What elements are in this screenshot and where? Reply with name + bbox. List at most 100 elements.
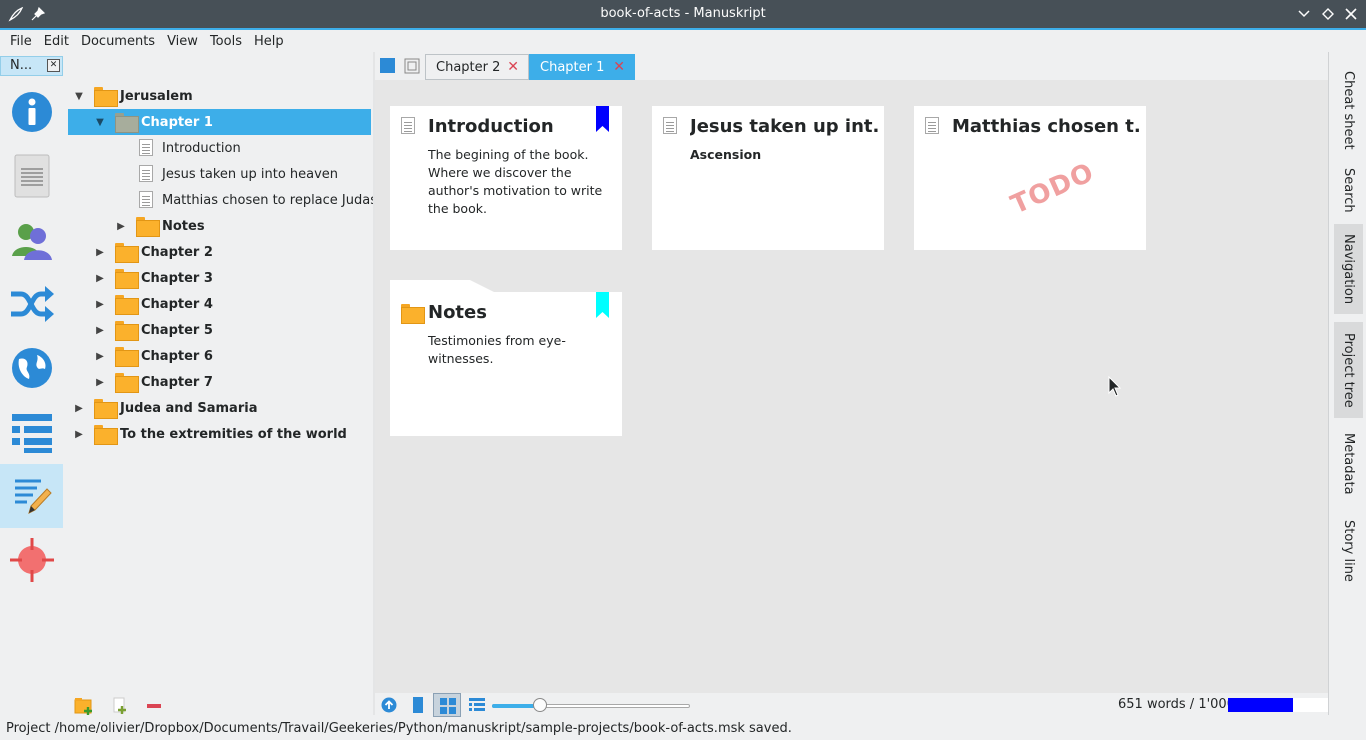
world-view-button[interactable] [0,336,63,400]
text-document-icon [139,139,153,156]
maximize-button[interactable] [1318,4,1338,24]
dock-tab-project-tree[interactable]: Project tree [1334,322,1363,418]
expand-arrow-icon[interactable]: ▶ [115,220,127,232]
dock-tab-story-line[interactable]: Story line [1334,508,1363,594]
menu-file[interactable]: File [4,34,38,49]
dock-tab-cheat-sheet[interactable]: Cheat sheet [1334,62,1363,158]
expand-arrow-icon[interactable]: ▶ [94,324,106,336]
add-text-button[interactable] [112,697,130,719]
characters-view-button[interactable] [0,208,63,272]
folder-icon [115,113,139,133]
minimize-button[interactable] [1294,4,1314,24]
expand-arrow-icon[interactable]: ▶ [94,376,106,388]
expand-arrow-icon[interactable]: ▶ [94,298,106,310]
tree-item-label: Chapter 3 [141,270,213,286]
tree-item-label: Notes [162,218,205,234]
tab-chapter-2[interactable]: Chapter 2 ✕ [425,54,529,80]
target-icon [9,538,54,582]
dock-close-icon[interactable]: ✕ [47,59,60,72]
folder-icon [115,373,139,393]
expand-arrow-icon[interactable]: ▶ [73,402,85,414]
folder-icon [115,347,139,367]
card-title: Introduction [428,116,554,137]
plots-view-button[interactable] [0,272,63,336]
tree-item-extremities[interactable]: ▶ To the extremities of the world [68,421,371,447]
navigation-dock-header: N... ✕ [0,56,63,76]
split-view-icon[interactable] [404,58,420,78]
tree-item-jerusalem[interactable]: ▼ Jerusalem [68,83,371,109]
tree-item-chapter-5[interactable]: ▶ Chapter 5 [68,317,371,343]
globe-icon [11,348,52,388]
summary-view-button[interactable] [0,144,63,208]
tab-label: Chapter 1 [540,59,605,75]
tab-label: Chapter 2 [436,59,501,75]
menu-view[interactable]: View [161,34,204,49]
tab-chapter-1[interactable]: Chapter 1 ✕ [529,54,635,80]
tree-item-jesus-taken-up[interactable]: Jesus taken up into heaven [68,161,371,187]
close-window-button[interactable] [1341,4,1361,24]
outline-view-button[interactable] [0,400,63,464]
menu-documents[interactable]: Documents [75,34,161,49]
tree-item-notes[interactable]: ▶ Notes [68,213,371,239]
cork-view-button[interactable] [433,693,461,717]
single-view-icon[interactable] [380,58,395,73]
outline-list-icon [11,414,52,453]
tree-item-label: Introduction [162,140,241,156]
card-title: Jesus taken up int... [690,116,878,137]
folder-icon [94,399,118,419]
tree-item-chapter-1[interactable]: ▼ Chapter 1 [68,109,371,135]
editor-view-button[interactable] [0,464,63,528]
tree-item-label: Judea and Samaria [120,400,258,416]
targets-view-button[interactable] [0,528,63,592]
outline-view-small-button[interactable] [469,697,485,717]
menu-tools[interactable]: Tools [204,34,248,49]
dock-tab-navigation[interactable]: Navigation [1334,224,1363,314]
go-up-button[interactable] [381,697,397,717]
menu-edit[interactable]: Edit [38,34,75,49]
tree-item-judea-samaria[interactable]: ▶ Judea and Samaria [68,395,371,421]
folder-icon [115,295,139,315]
dock-tab-search[interactable]: Search [1334,158,1363,222]
add-folder-icon [74,698,92,715]
remove-item-button[interactable] [146,697,162,719]
add-folder-button[interactable] [74,697,94,719]
expand-arrow-icon[interactable]: ▶ [94,246,106,258]
tree-item-chapter-4[interactable]: ▶ Chapter 4 [68,291,371,317]
tree-item-label: Chapter 4 [141,296,213,312]
menu-help[interactable]: Help [248,34,290,49]
tree-item-label: Matthias chosen to replace Judas [162,192,377,208]
tree-item-label: Chapter 1 [141,114,213,130]
index-card-matthias[interactable]: Matthias chosen t... TODO [914,106,1146,250]
tree-item-matthias[interactable]: Matthias chosen to replace Judas [68,187,377,213]
collapse-arrow-icon[interactable]: ▼ [73,90,85,102]
card-title: Matthias chosen t... [952,116,1140,137]
tree-item-chapter-3[interactable]: ▶ Chapter 3 [68,265,371,291]
tree-item-introduction[interactable]: Introduction [68,135,371,161]
general-view-button[interactable] [0,80,63,144]
dock-tab-metadata[interactable]: Metadata [1334,424,1363,504]
tree-item-chapter-2[interactable]: ▶ Chapter 2 [68,239,371,265]
index-card-introduction[interactable]: Introduction The begining of the book. W… [390,106,622,250]
index-card-notes[interactable]: Notes Testimonies from eye-witnesses. [390,280,622,436]
folder-icon [115,243,139,263]
collapse-arrow-icon[interactable]: ▼ [94,116,106,128]
card-title: Notes [428,302,487,323]
tab-close-icon[interactable]: ✕ [507,59,519,75]
word-count-progress [1228,698,1328,712]
tree-item-chapter-7[interactable]: ▶ Chapter 7 [68,369,371,395]
tab-close-icon[interactable]: ✕ [613,59,625,75]
tree-item-chapter-6[interactable]: ▶ Chapter 6 [68,343,371,369]
index-card-jesus-taken-up[interactable]: Jesus taken up int... Ascension [652,106,884,250]
expand-arrow-icon[interactable]: ▶ [73,428,85,440]
shuffle-icon [10,286,54,322]
word-count-label: 651 words / 1'000 [1118,697,1235,712]
mouse-cursor-icon [1108,376,1122,397]
cyan-bookmark-icon [596,292,609,318]
expand-arrow-icon[interactable]: ▶ [94,350,106,362]
text-view-button[interactable] [412,697,424,717]
expand-arrow-icon[interactable]: ▶ [94,272,106,284]
text-document-icon [663,117,677,134]
tree-item-label: Chapter 2 [141,244,213,260]
card-size-slider-handle[interactable] [533,698,547,712]
grid-icon [440,698,456,714]
